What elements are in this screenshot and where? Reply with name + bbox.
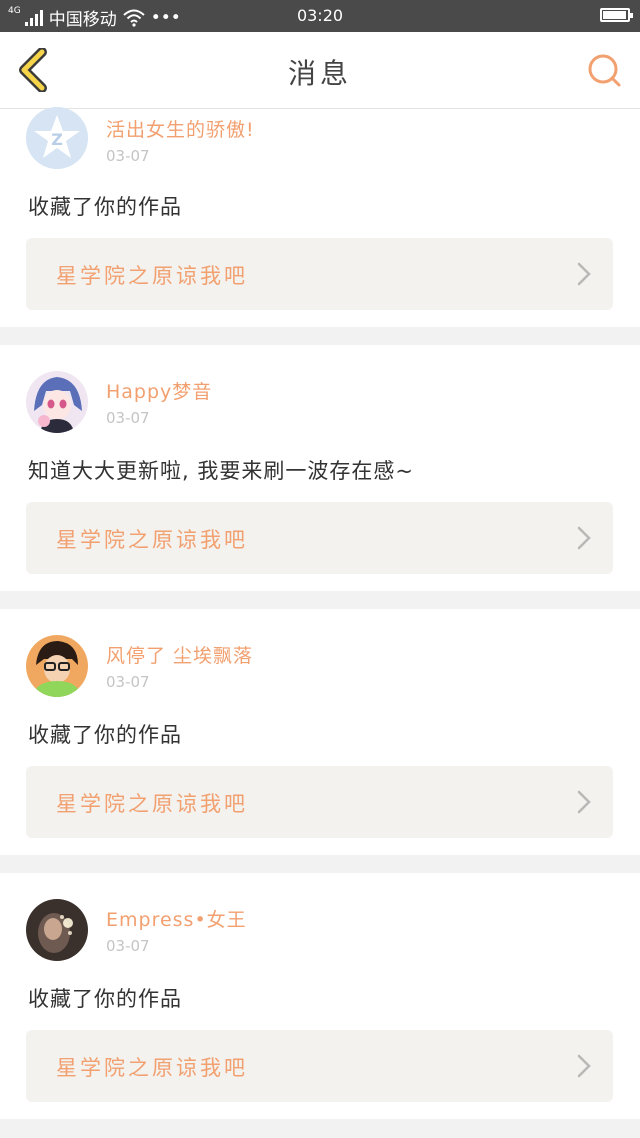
work-title: 星学院之原谅我吧 <box>56 528 248 552</box>
chevron-right-icon <box>577 526 591 550</box>
avatar[interactable]: Z <box>26 107 88 169</box>
username[interactable]: 风停了 尘埃飘落 <box>106 641 253 668</box>
list-item: Empress•女王 03-07 收藏了你的作品 星学院之原谅我吧 <box>0 873 640 1119</box>
username[interactable]: Empress•女王 <box>106 905 247 932</box>
avatar[interactable] <box>26 635 88 697</box>
work-title: 星学院之原谅我吧 <box>56 1056 248 1080</box>
message-text: 知道大大更新啦, 我要来刷一波存在感~ <box>28 459 414 483</box>
message-date: 03-07 <box>106 409 150 427</box>
page-title: 消息 <box>287 57 352 90</box>
battery-icon <box>600 8 633 22</box>
list-item: Happy梦音 03-07 知道大大更新啦, 我要来刷一波存在感~ 星学院之原谅… <box>0 345 640 591</box>
work-link[interactable]: 星学院之原谅我吧 <box>26 502 613 574</box>
chevron-right-icon <box>577 262 591 286</box>
svg-text:Z: Z <box>51 130 63 149</box>
header: 消息 <box>0 32 640 109</box>
list-item: 风停了 尘埃飘落 03-07 收藏了你的作品 星学院之原谅我吧 <box>0 609 640 855</box>
chevron-right-icon <box>577 790 591 814</box>
message-date: 03-07 <box>106 147 150 165</box>
message-text: 收藏了你的作品 <box>28 195 182 219</box>
search-icon <box>588 54 621 87</box>
message-text: 收藏了你的作品 <box>28 987 182 1011</box>
message-date: 03-07 <box>106 673 150 691</box>
username[interactable]: 活出女生的骄傲! <box>106 115 255 142</box>
status-bar: 4G 中国移动 ••• 03:20 <box>0 0 640 32</box>
work-link[interactable]: 星学院之原谅我吧 <box>26 1030 613 1102</box>
work-title: 星学院之原谅我吧 <box>56 264 248 288</box>
message-text: 收藏了你的作品 <box>28 723 182 747</box>
work-title: 星学院之原谅我吧 <box>56 792 248 816</box>
status-time: 03:20 <box>296 6 344 25</box>
avatar[interactable] <box>26 899 88 961</box>
chevron-right-icon <box>577 1054 591 1078</box>
username[interactable]: Happy梦音 <box>106 377 212 404</box>
work-link[interactable]: 星学院之原谅我吧 <box>26 238 613 310</box>
search-button[interactable] <box>586 52 624 90</box>
work-link[interactable]: 星学院之原谅我吧 <box>26 766 613 838</box>
avatar[interactable] <box>26 371 88 433</box>
list-item: Z 活出女生的骄傲! 03-07 收藏了你的作品 星学院之原谅我吧 <box>0 107 640 327</box>
message-list: Z 活出女生的骄傲! 03-07 收藏了你的作品 星学院之原谅我吧 Happy梦… <box>0 107 640 1137</box>
message-date: 03-07 <box>106 937 150 955</box>
